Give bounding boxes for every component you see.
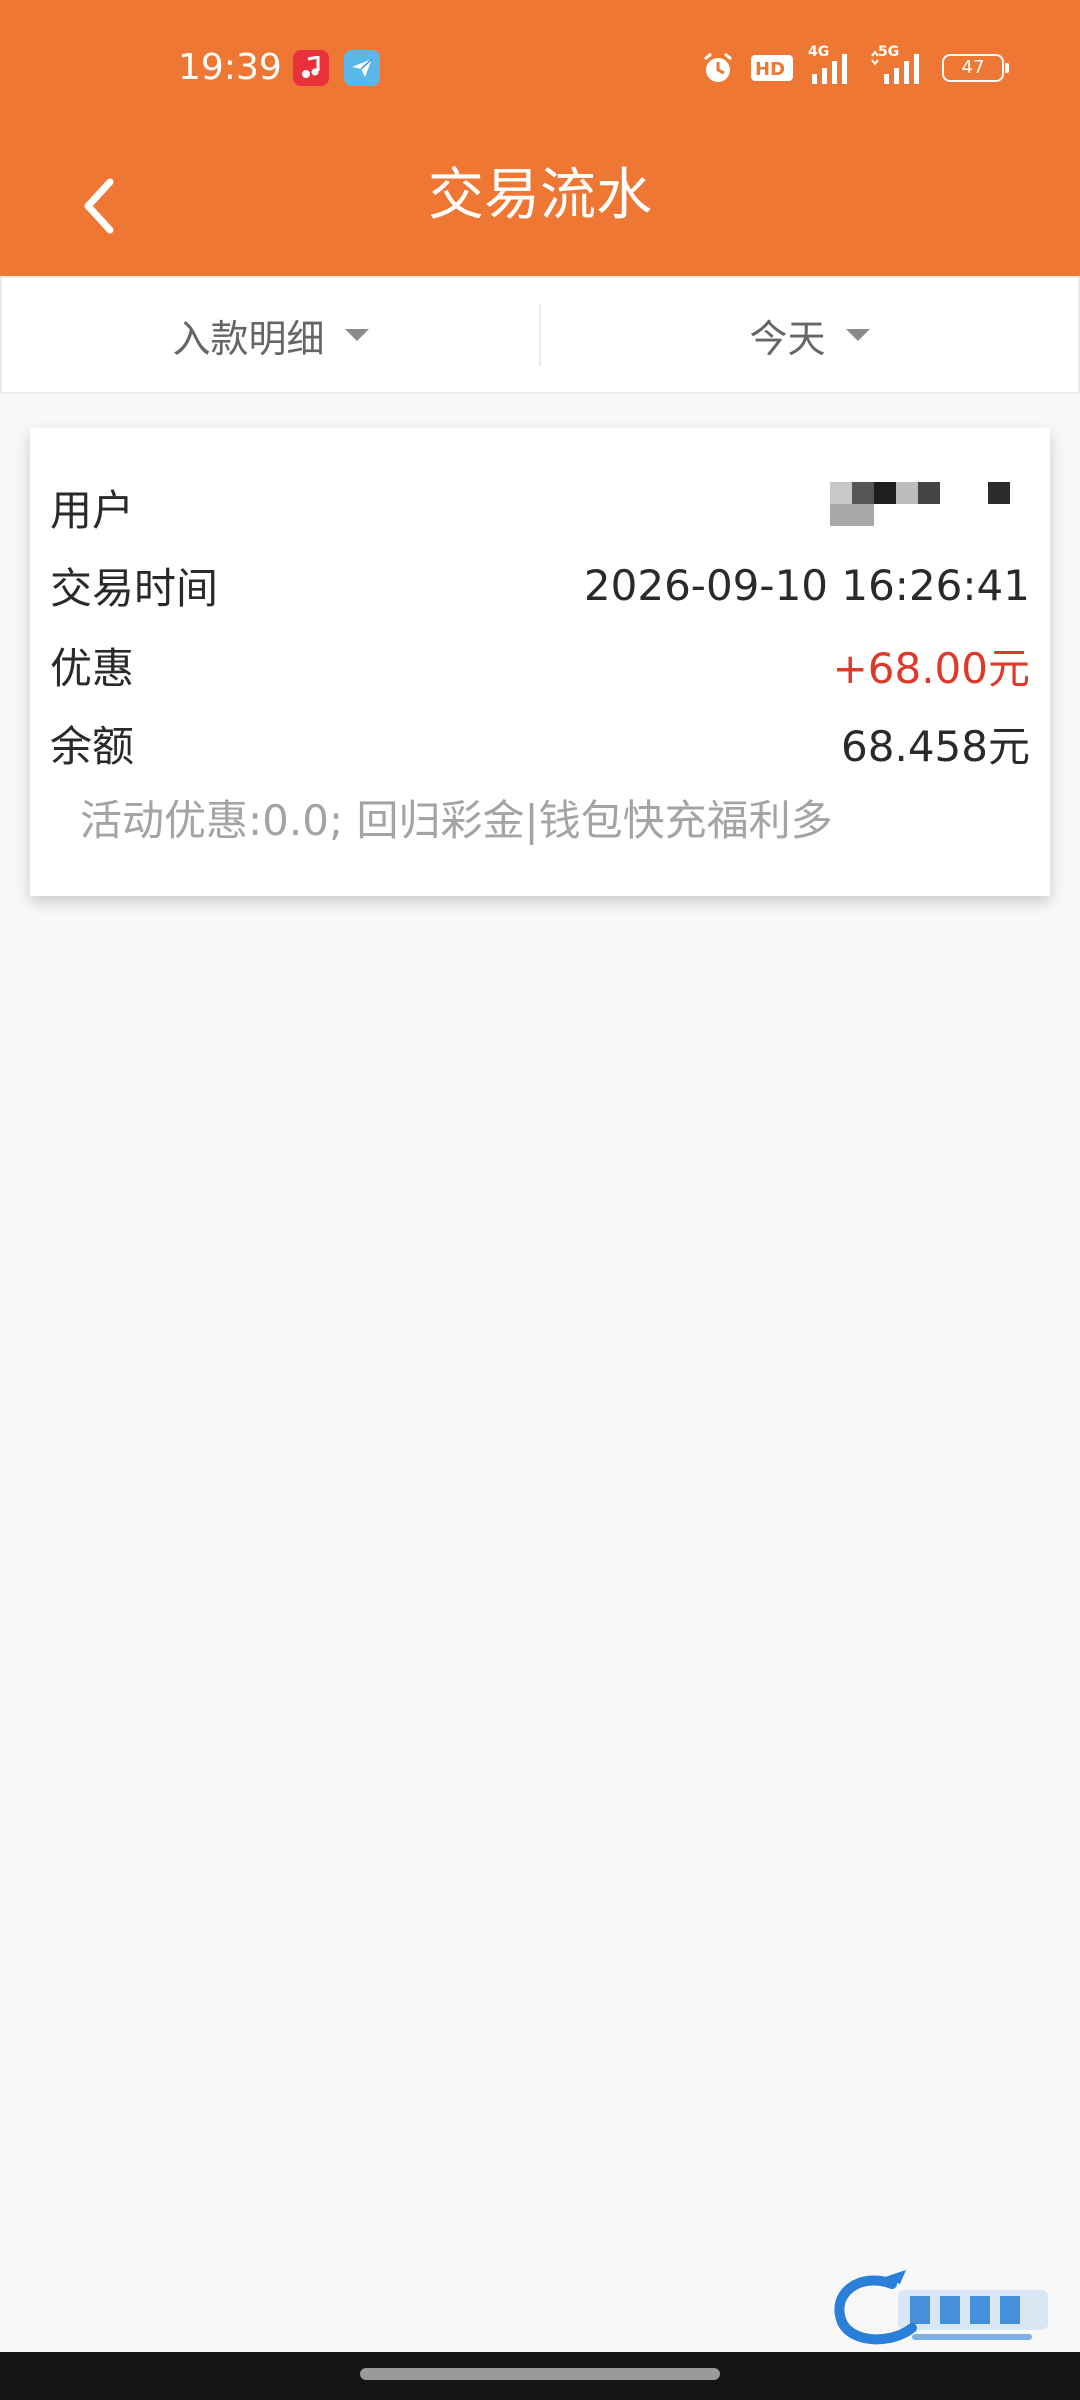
music-app-icon — [293, 50, 329, 86]
status-icons: HD 4G 5G 47 — [700, 44, 1009, 90]
hd-icon: HD — [751, 55, 793, 81]
discount-label: 优惠 — [50, 643, 135, 693]
svg-text:HD: HD — [755, 59, 785, 80]
balance-row: 余额 68.458元 — [50, 708, 1030, 778]
system-nav-bar — [0, 2352, 1080, 2400]
alarm-icon — [704, 52, 732, 82]
time-value: 2026-09-10 16:26:41 — [583, 560, 1030, 610]
page-title: 交易流水 — [428, 163, 652, 228]
discount-amount: +68.00元 — [832, 643, 1030, 693]
date-filter-dropdown[interactable]: 今天 — [541, 278, 1078, 392]
time-label: 交易时间 — [50, 563, 219, 613]
balance-label: 余额 — [50, 721, 135, 771]
signal-4g-icon: 4G — [808, 44, 856, 86]
back-button[interactable] — [50, 156, 150, 256]
user-row: 用户 — [50, 472, 1030, 542]
chevron-left-icon — [84, 178, 114, 234]
filter-bar: 入款明细 今天 — [0, 276, 1080, 394]
send-app-icon — [344, 50, 380, 86]
balance-amount: 68.458元 — [841, 721, 1030, 771]
status-bar: 19:39 HD 4G 5G 47 — [0, 0, 1080, 136]
signal-5g-icon: 5G — [870, 44, 928, 86]
transaction-note: 活动优惠:0.0; 回归彩金|钱包快充福利多 — [80, 796, 833, 845]
time-row: 交易时间 2026-09-10 16:26:41 — [50, 550, 1030, 620]
header: 19:39 HD 4G 5G 47 交易流水 — [0, 0, 1080, 276]
user-value-redacted — [830, 482, 1030, 532]
user-label: 用户 — [50, 485, 135, 535]
type-filter-dropdown[interactable]: 入款明细 — [2, 278, 539, 392]
app-screen: 19:39 HD 4G 5G 47 交易流水 入款明细 今天 用户 交易时间 2… — [0, 0, 1080, 2400]
watermark-logo — [834, 2270, 1048, 2345]
type-filter-label: 入款明细 — [172, 316, 325, 361]
dropdown-caret-icon — [845, 329, 870, 341]
battery-icon: 47 — [942, 54, 1009, 82]
discount-row: 优惠 +68.00元 — [50, 630, 1030, 700]
status-time: 19:39 — [178, 47, 282, 88]
date-filter-label: 今天 — [749, 316, 826, 361]
home-indicator[interactable] — [360, 2368, 720, 2380]
dropdown-caret-icon — [344, 329, 369, 341]
app-bar: 交易流水 — [0, 136, 1080, 276]
